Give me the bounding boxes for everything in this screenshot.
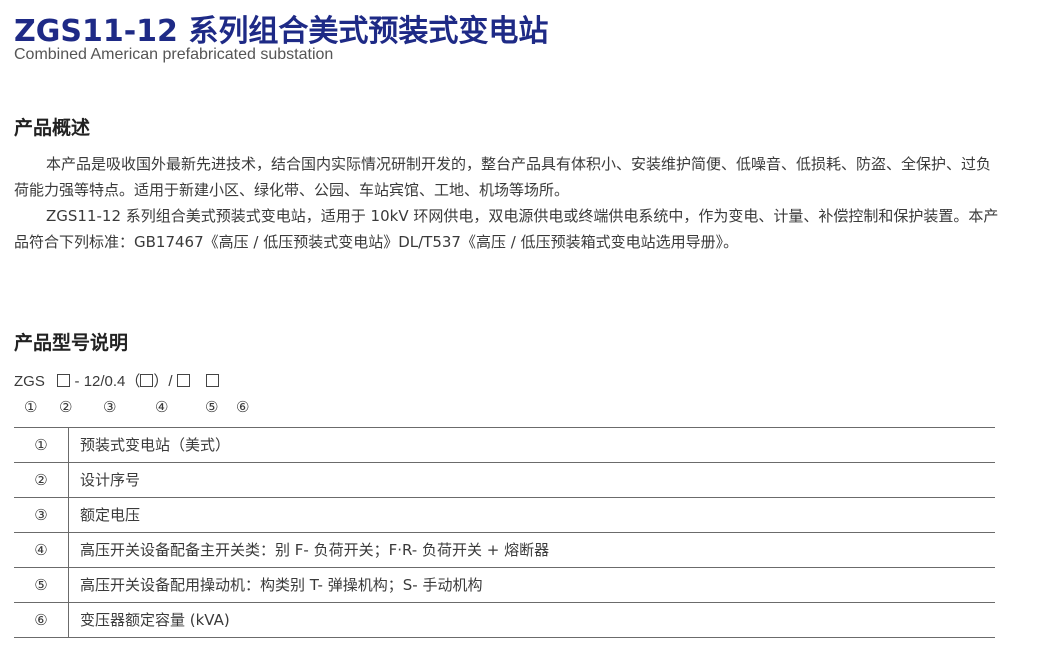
table-row: ④ 高压开关设备配备主开关类：别 F- 负荷开关；F·R- 负荷开关 + 熔断器: [14, 533, 995, 568]
overview-text: 本产品是吸收国外最新先进技术，结合国内实际情况研制开发的，整台产品具有体积小、安…: [14, 151, 1004, 255]
table-row: ① 预装式变电站（美式）: [14, 428, 995, 463]
row-number: ①: [14, 428, 69, 462]
row-number: ②: [14, 463, 69, 497]
model-spec-table: ① 预装式变电站（美式） ② 设计序号 ③ 额定电压 ④ 高压开关设备配备主开关…: [14, 427, 995, 638]
row-description: 变压器额定容量 (kVA): [80, 611, 230, 629]
row-description: 高压开关设备配用操动机：构类别 T- 弹操机构；S- 手动机构: [80, 576, 483, 594]
marker: ④: [155, 398, 169, 416]
page-subtitle: Combined American prefabricated substati…: [14, 46, 334, 63]
placeholder-box-icon: [57, 374, 71, 387]
table-row: ⑤ 高压开关设备配用操动机：构类别 T- 弹操机构；S- 手动机构: [14, 568, 995, 603]
model-code-voltage: - 12/0.4（: [74, 373, 141, 390]
row-number: ⑤: [14, 568, 69, 602]
model-markers: ① ② ③ ④ ⑤ ⑥: [14, 398, 314, 418]
row-description: 预装式变电站（美式）: [80, 436, 231, 454]
model-heading: 产品型号说明: [14, 332, 129, 354]
row-description: 高压开关设备配备主开关类：别 F- 负荷开关；F·R- 负荷开关 + 熔断器: [80, 541, 550, 559]
marker: ②: [59, 398, 73, 416]
placeholder-box-icon: [206, 374, 220, 387]
table-row: ⑥ 变压器额定容量 (kVA): [14, 603, 995, 638]
row-description: 额定电压: [80, 506, 141, 524]
page-title: ZGS11-12 系列组合美式预装式变电站: [14, 14, 549, 49]
placeholder-box-icon: [140, 374, 154, 387]
row-description: 设计序号: [80, 471, 141, 489]
row-number: ⑥: [14, 603, 69, 637]
marker: ⑤: [205, 398, 219, 416]
model-code: ZGS - 12/0.4（ ）/: [14, 370, 220, 391]
placeholder-box-icon: [176, 374, 190, 387]
marker: ③: [103, 398, 117, 416]
overview-heading: 产品概述: [14, 117, 91, 139]
overview-paragraph: ZGS11-12 系列组合美式预装式变电站，适用于 10kV 环网供电，双电源供…: [14, 207, 999, 251]
table-row: ② 设计序号: [14, 463, 995, 498]
row-number: ④: [14, 533, 69, 567]
model-code-prefix: ZGS: [14, 373, 45, 390]
marker: ①: [24, 398, 38, 416]
overview-paragraph: 本产品是吸收国外最新先进技术，结合国内实际情况研制开发的，整台产品具有体积小、安…: [14, 155, 992, 199]
marker: ⑥: [236, 398, 250, 416]
model-code-separator: ）/: [153, 373, 173, 390]
row-number: ③: [14, 498, 69, 532]
table-row: ③ 额定电压: [14, 498, 995, 533]
